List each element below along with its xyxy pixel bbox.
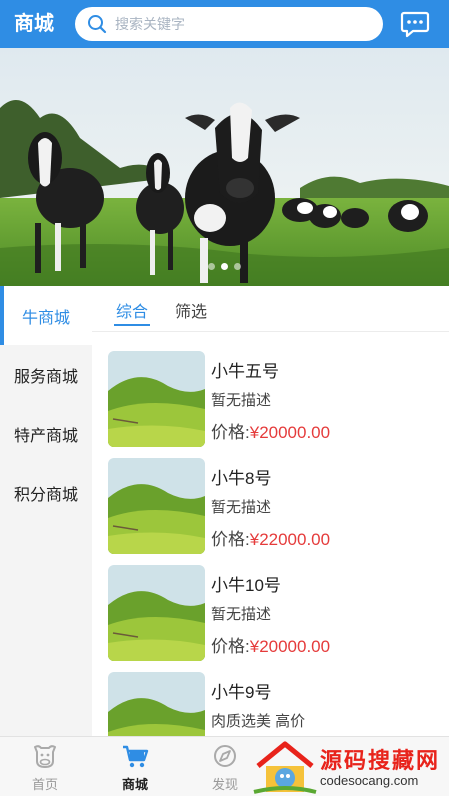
nav-mall-label: 商城: [121, 777, 148, 792]
product-name: 小牛8号: [211, 469, 272, 488]
search-box[interactable]: [75, 7, 383, 41]
product-image: [108, 458, 205, 554]
top-bar: 商城: [0, 0, 449, 48]
nav-home-label: 首页: [31, 777, 58, 792]
sidebar-item-cattle-mall[interactable]: 牛商城: [0, 286, 92, 345]
product-name: 小牛五号: [211, 362, 279, 381]
product-description: 暂无描述: [211, 392, 272, 409]
product-image: [108, 351, 205, 447]
nav-home[interactable]: 首页: [0, 737, 90, 796]
watermark: 源码搜藏网 codesocang.com: [250, 738, 449, 796]
category-sidebar: 牛商城 服务商城 特产商城 积分商城: [0, 286, 92, 736]
tab-filter[interactable]: 筛选: [175, 298, 207, 322]
product-description: 暂无描述: [211, 606, 272, 623]
watermark-text: 源码搜藏网: [320, 748, 441, 773]
product-description: 肉质选美 高价: [211, 713, 306, 730]
compass-icon: [214, 745, 236, 767]
page-title: 商城: [14, 13, 54, 35]
banner-image: [0, 48, 449, 286]
carousel-dot-active[interactable]: [221, 263, 228, 270]
product-name: 小牛9号: [211, 683, 272, 702]
nav-mall[interactable]: 商城: [90, 737, 180, 796]
product-image: [108, 565, 205, 661]
product-description: 暂无描述: [211, 499, 272, 516]
product-card[interactable]: 小牛五号 暂无描述 价格:¥20000.00: [92, 332, 449, 447]
chat-bubble-icon[interactable]: [400, 10, 430, 38]
sidebar-item-specialty-mall[interactable]: 特产商城: [0, 404, 92, 463]
search-input[interactable]: [115, 7, 375, 41]
product-name: 小牛10号: [211, 576, 281, 595]
cow-head-icon: [34, 745, 56, 768]
filter-bar: 综合 筛选: [92, 286, 449, 332]
product-image: [108, 672, 205, 736]
search-icon: [88, 15, 107, 34]
banner-carousel[interactable]: [0, 48, 449, 286]
shopping-cart-icon: [123, 745, 149, 768]
carousel-indicator: [0, 263, 449, 273]
product-card[interactable]: 小牛10号 暂无描述 价格:¥20000.00: [92, 546, 449, 661]
carousel-dot[interactable]: [234, 263, 241, 270]
sidebar-item-service-mall[interactable]: 服务商城: [0, 345, 92, 404]
watermark-url: codesocang.com: [320, 773, 419, 788]
sidebar-item-points-mall[interactable]: 积分商城: [0, 463, 92, 522]
tab-comprehensive[interactable]: 综合: [113, 298, 151, 326]
carousel-dot[interactable]: [208, 263, 215, 270]
house-logo-icon: [253, 741, 317, 794]
product-card[interactable]: 小牛8号 暂无描述 价格:¥22000.00: [92, 439, 449, 554]
product-card[interactable]: 小牛9号 肉质选美 高价: [92, 653, 449, 736]
product-list: 小牛五号 暂无描述 价格:¥20000.00 小牛8号 暂无描述 价格:¥220…: [92, 332, 449, 736]
